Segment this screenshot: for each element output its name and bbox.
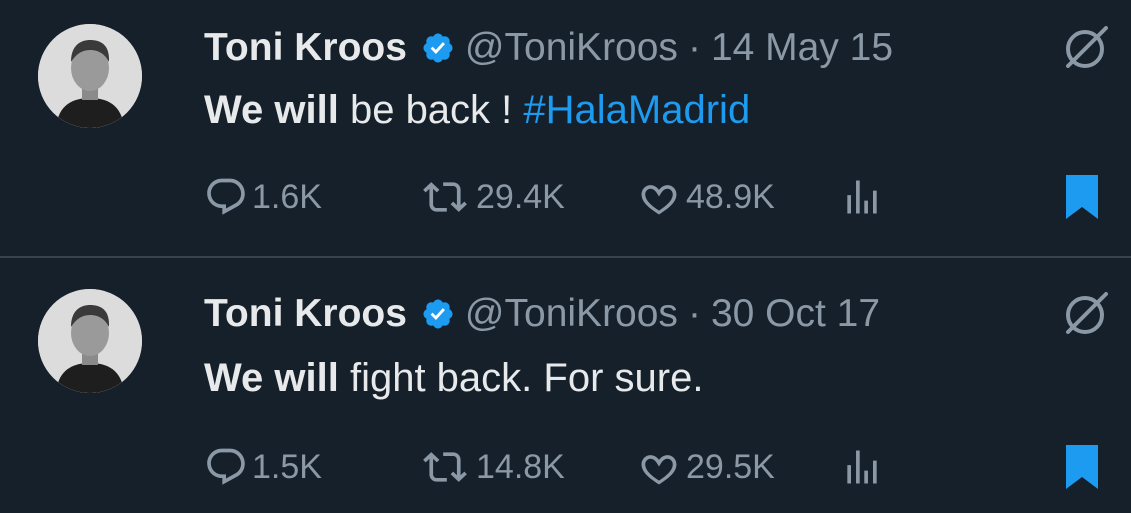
verified-badge-icon bbox=[421, 31, 455, 65]
tweet-header: Toni Kroos @ToniKroos · 14 May 15 bbox=[204, 26, 893, 70]
views-button[interactable] bbox=[840, 172, 884, 222]
heart-icon bbox=[641, 455, 677, 485]
author-name[interactable]: Toni Kroos bbox=[204, 292, 407, 336]
bookmark-button[interactable] bbox=[1062, 172, 1102, 222]
reply-count: 1.6K bbox=[252, 177, 322, 216]
tweet-text-plain: be back ! bbox=[338, 88, 524, 132]
retweet-icon bbox=[423, 182, 467, 212]
heart-icon bbox=[641, 185, 677, 215]
tweet-actions: 1.6K 29.4K 48.9K bbox=[204, 172, 1104, 222]
retweet-icon bbox=[423, 452, 467, 482]
tweet-text: We will be back ! #HalaMadrid bbox=[204, 84, 750, 136]
separator: · bbox=[687, 292, 701, 335]
tweet[interactable]: Toni Kroos @ToniKroos · 30 Oct 17 We wil… bbox=[0, 256, 1131, 513]
reply-icon bbox=[207, 178, 245, 215]
tweet-header: Toni Kroos @ToniKroos · 30 Oct 17 bbox=[204, 292, 880, 336]
grok-icon[interactable] bbox=[1058, 288, 1112, 342]
tweet-actions: 1.5K 14.8K 29.5K bbox=[204, 442, 1104, 492]
tweet[interactable]: Toni Kroos @ToniKroos · 14 May 15 We wil… bbox=[0, 0, 1131, 256]
tweet-date[interactable]: 30 Oct 17 bbox=[711, 292, 880, 336]
tweet-text: We will fight back. For sure. bbox=[204, 352, 703, 404]
retweet-count: 29.4K bbox=[476, 177, 565, 216]
author-name[interactable]: Toni Kroos bbox=[204, 26, 407, 70]
bookmark-icon bbox=[1066, 445, 1098, 489]
reply-button[interactable]: 1.5K bbox=[204, 442, 322, 492]
grok-icon[interactable] bbox=[1058, 22, 1112, 76]
reply-count: 1.5K bbox=[252, 447, 322, 486]
like-button[interactable]: 29.5K bbox=[636, 442, 775, 492]
retweet-count: 14.8K bbox=[476, 447, 565, 486]
retweet-button[interactable]: 14.8K bbox=[418, 442, 565, 492]
like-count: 29.5K bbox=[686, 447, 775, 486]
reply-button[interactable]: 1.6K bbox=[204, 172, 322, 222]
views-button[interactable] bbox=[840, 442, 884, 492]
reply-icon bbox=[207, 448, 245, 485]
author-handle[interactable]: @ToniKroos bbox=[465, 292, 678, 336]
tweet-date[interactable]: 14 May 15 bbox=[711, 26, 893, 70]
avatar[interactable] bbox=[38, 289, 142, 393]
like-button[interactable]: 48.9K bbox=[636, 172, 775, 222]
author-handle[interactable]: @ToniKroos bbox=[465, 26, 678, 70]
verified-badge-icon bbox=[421, 297, 455, 331]
bookmark-icon bbox=[1066, 175, 1098, 219]
retweet-button[interactable]: 29.4K bbox=[418, 172, 565, 222]
like-count: 48.9K bbox=[686, 177, 775, 216]
avatar-image bbox=[38, 289, 142, 393]
tweet-text-bold: We will bbox=[204, 88, 339, 132]
bookmark-button[interactable] bbox=[1062, 442, 1102, 492]
avatar-image bbox=[38, 24, 142, 128]
views-icon bbox=[847, 450, 877, 484]
hashtag-link[interactable]: #HalaMadrid bbox=[523, 88, 750, 132]
tweet-text-bold: We will bbox=[204, 356, 339, 400]
avatar[interactable] bbox=[38, 24, 142, 128]
separator: · bbox=[687, 26, 701, 69]
views-icon bbox=[847, 180, 877, 214]
tweet-text-plain: fight back. For sure. bbox=[338, 356, 704, 400]
